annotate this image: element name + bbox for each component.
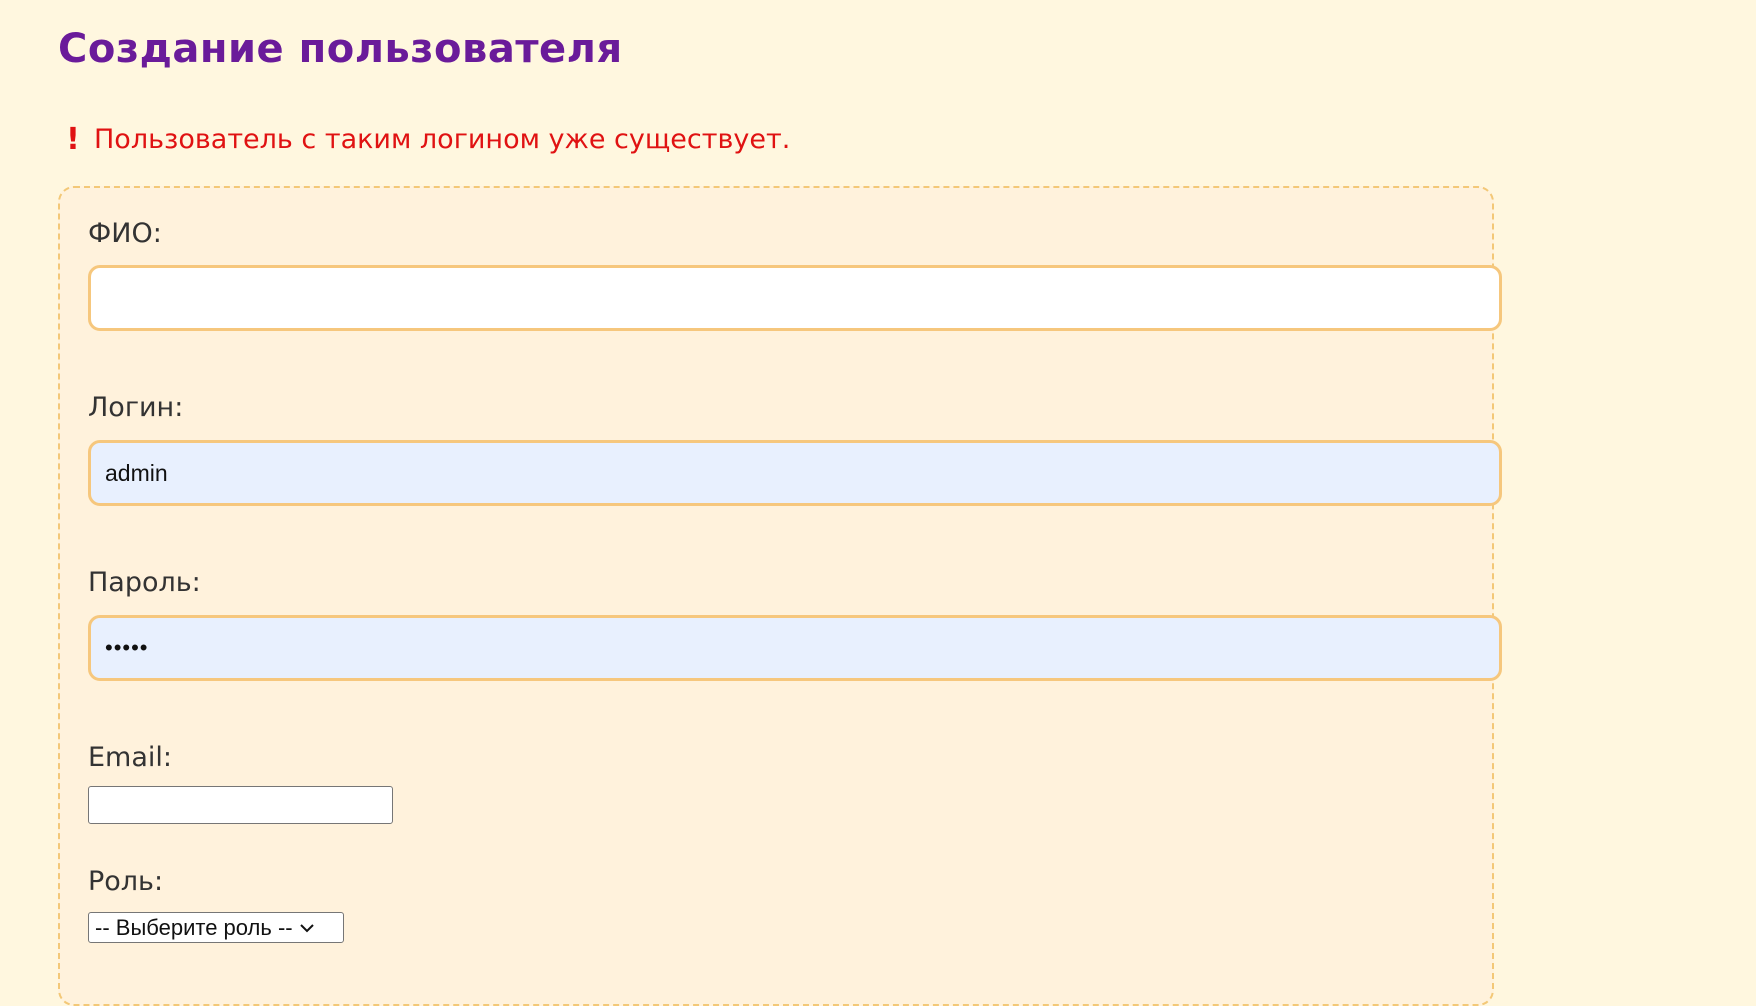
- page-title: Создание пользователя: [58, 26, 623, 72]
- role-label: Роль:: [88, 866, 164, 897]
- exclamation-icon: !: [66, 122, 80, 157]
- role-select-value: -- Выберите роль --: [95, 914, 293, 940]
- login-label: Логин:: [88, 392, 184, 423]
- fio-label: ФИО:: [88, 218, 162, 249]
- error-text: Пользователь с таким логином уже существ…: [94, 124, 791, 155]
- error-message: ! Пользователь с таким логином уже сущес…: [66, 122, 790, 157]
- login-input[interactable]: [88, 440, 1502, 506]
- chevron-down-icon: [299, 923, 314, 932]
- role-select[interactable]: -- Выберите роль --: [88, 912, 344, 943]
- fio-input[interactable]: [88, 265, 1502, 331]
- password-input[interactable]: [88, 615, 1502, 681]
- email-label: Email:: [88, 742, 173, 773]
- password-label: Пароль:: [88, 567, 201, 598]
- email-input[interactable]: [88, 786, 393, 824]
